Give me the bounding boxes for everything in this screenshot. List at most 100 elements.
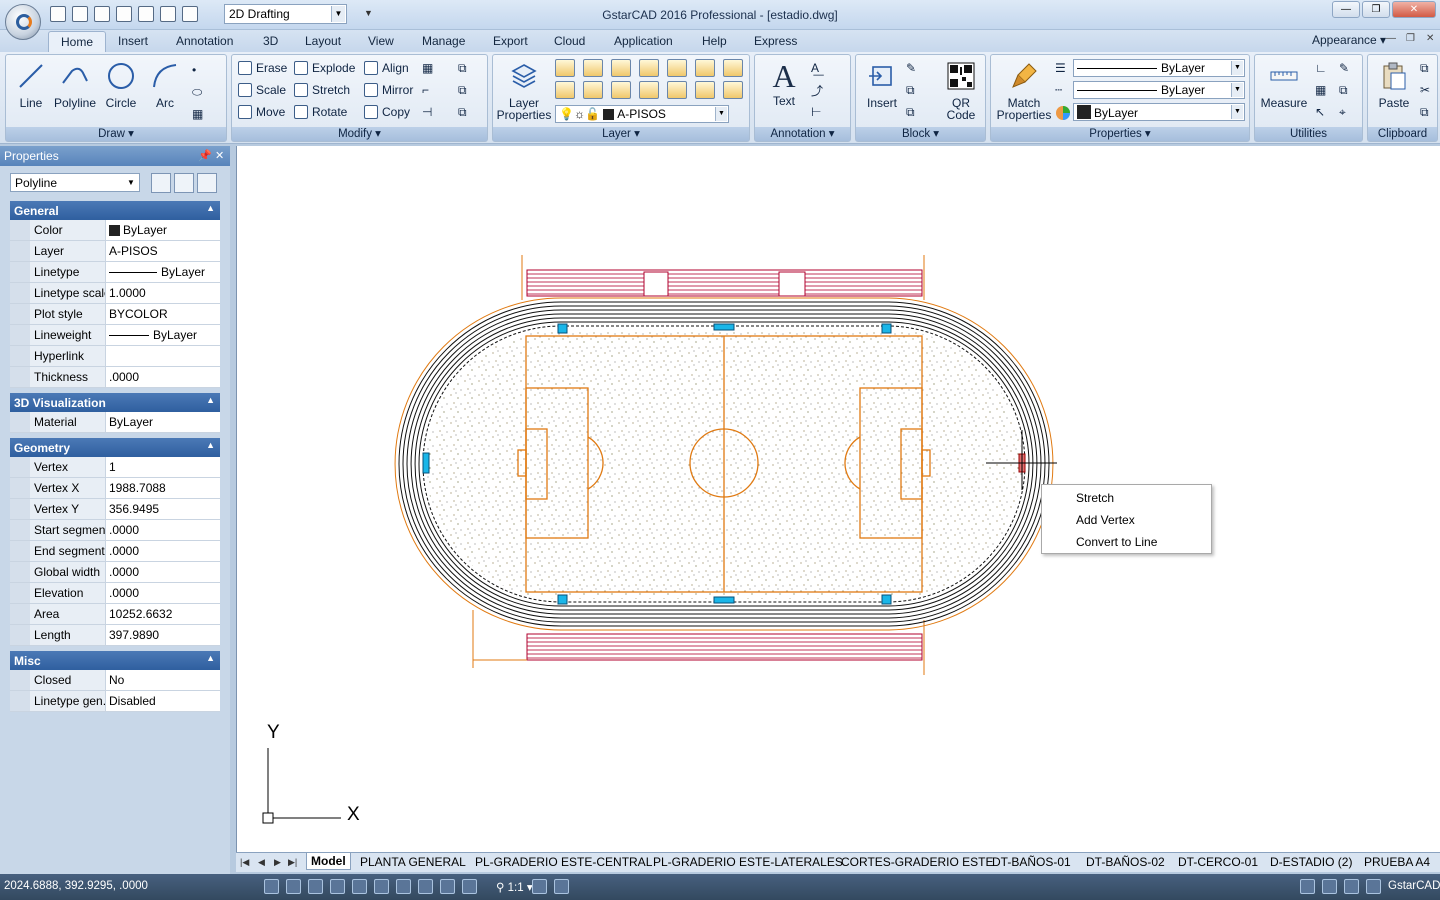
layout-tab[interactable]: DT-BAÑOS-01 (992, 855, 1071, 869)
measure-button[interactable]: Measure (1259, 61, 1309, 109)
layer-tool-icon[interactable] (555, 81, 575, 99)
layer-tool-icon[interactable] (583, 59, 603, 77)
properties-ribbon-panel-title[interactable]: Properties ▾ (991, 127, 1249, 141)
tab-cloud[interactable]: Cloud (554, 34, 585, 48)
mdi-restore-icon[interactable]: ❐ (1406, 33, 1415, 44)
property-row[interactable]: Material ByLayer (10, 412, 220, 433)
stretch-button[interactable]: Stretch (294, 81, 350, 99)
section-general[interactable]: General ▲ (10, 201, 220, 220)
rotate-button[interactable]: Rotate (294, 103, 347, 121)
application-menu-button[interactable] (5, 4, 41, 40)
layer-tool-icon[interactable] (639, 81, 659, 99)
property-row[interactable]: Linetype ByLayer (10, 262, 220, 283)
property-row[interactable]: Elevation .0000 (10, 583, 220, 604)
ortho-icon[interactable] (308, 879, 323, 894)
match-properties-button[interactable]: Match Properties (993, 61, 1055, 121)
cut-icon[interactable]: ✂ (1420, 81, 1430, 99)
property-row[interactable]: Vertex 1 (10, 457, 220, 478)
tab-express[interactable]: Express (754, 34, 797, 48)
polyline-button[interactable]: Polyline (52, 61, 98, 109)
layer-tool-icon[interactable] (583, 81, 603, 99)
dimension-icon[interactable]: ⊢ (811, 103, 821, 121)
copy-button[interactable]: Copy (364, 103, 410, 121)
toggle-pickadd-icon[interactable] (151, 173, 171, 193)
lineweight-toggle-icon[interactable] (440, 879, 455, 894)
property-row[interactable]: Thickness .0000 (10, 367, 220, 388)
quick-select-icon[interactable] (197, 173, 217, 193)
move-button[interactable]: Move (238, 103, 285, 121)
property-row[interactable]: Vertex Y 356.9495 (10, 499, 220, 520)
color-select[interactable]: ByLayer ▼ (1073, 103, 1245, 121)
copy-base-icon[interactable]: ⧉ (1420, 103, 1429, 121)
select-objects-icon[interactable] (174, 173, 194, 193)
align-button[interactable]: Align (364, 59, 409, 77)
circle-button[interactable]: Circle (102, 61, 140, 109)
hatch-icon[interactable]: ▦ (192, 105, 203, 123)
copy-clip-icon[interactable]: ⧉ (1420, 59, 1429, 77)
layout-tab[interactable]: D-ESTADIO (2) (1270, 855, 1352, 869)
layer-tool-icon[interactable] (555, 59, 575, 77)
object-type-select[interactable]: Polyline ▼ (10, 173, 140, 192)
close-icon[interactable]: ✕ (215, 149, 224, 162)
layer-tool-icon[interactable] (667, 59, 687, 77)
array-icon[interactable]: ▦ (422, 59, 433, 77)
qr-code-button[interactable]: QR Code (940, 61, 982, 121)
point-icon[interactable]: • (192, 61, 196, 79)
tab-help[interactable]: Help (702, 34, 727, 48)
mdi-close-icon[interactable]: ✕ (1426, 33, 1434, 44)
select-icon[interactable]: ↖ (1315, 103, 1325, 121)
prev-tab-icon[interactable]: ◀ (258, 857, 265, 868)
layer-select[interactable]: 💡☼🔓 A-PISOS ▼ (555, 105, 729, 123)
layout-tab-model[interactable]: Model (306, 853, 351, 870)
otrack-icon[interactable] (374, 879, 389, 894)
linetype-select[interactable]: ByLayer ▼ (1073, 81, 1245, 99)
section-geometry[interactable]: Geometry ▲ (10, 438, 220, 457)
auto-scale-icon[interactable] (554, 879, 569, 894)
calculator-icon[interactable]: ▦ (1315, 81, 1326, 99)
hardware-acceleration-icon[interactable] (1344, 879, 1359, 894)
join-icon[interactable]: ⧉ (458, 81, 467, 99)
pin-icon[interactable]: 📌 (198, 149, 212, 162)
layer-tool-icon[interactable] (723, 59, 743, 77)
layer-tool-icon[interactable] (639, 59, 659, 77)
explode-button[interactable]: Explode (294, 59, 355, 77)
create-block-icon[interactable]: ✎ (906, 59, 916, 77)
layout-tab[interactable]: DT-BAÑOS-02 (1086, 855, 1165, 869)
group-icon[interactable]: ⧉ (1339, 81, 1348, 99)
layout-tab[interactable]: CORTES-GRADERIO ESTE (841, 855, 993, 869)
minimize-button[interactable]: — (1332, 1, 1360, 18)
layer-panel-title[interactable]: Layer ▾ (493, 127, 749, 141)
menu-item-stretch[interactable]: Stretch (1076, 491, 1114, 505)
layer-tool-icon[interactable] (695, 59, 715, 77)
tab-layout[interactable]: Layout (305, 34, 341, 48)
leader-icon[interactable]: ⤴ (811, 81, 823, 99)
tab-view[interactable]: View (368, 34, 394, 48)
draw-panel-title[interactable]: Draw ▾ (6, 127, 226, 141)
property-row[interactable]: Vertex X 1988.7088 (10, 478, 220, 499)
clean-screen-icon[interactable] (1366, 879, 1381, 894)
layout-tab[interactable]: PL-GRADERIO ESTE-LATERALES (653, 855, 843, 869)
modify-panel-title[interactable]: Modify ▾ (232, 127, 487, 141)
property-row[interactable]: Global width .0000 (10, 562, 220, 583)
erase-button[interactable]: Erase (238, 59, 287, 77)
tab-annotation[interactable]: Annotation (176, 34, 233, 48)
dynamic-ucs-icon[interactable] (396, 879, 411, 894)
isolate-objects-icon[interactable] (1322, 879, 1337, 894)
menu-item-add-vertex[interactable]: Add Vertex (1076, 513, 1135, 527)
layer-tool-icon[interactable] (667, 81, 687, 99)
fillet-icon[interactable]: ⌐ (422, 81, 429, 99)
property-row[interactable]: Closed No (10, 670, 220, 691)
property-row[interactable]: Lineweight ByLayer (10, 325, 220, 346)
close-button[interactable]: ✕ (1392, 1, 1436, 18)
annotation-scale[interactable]: ⚲ 1:1 ▾ (496, 880, 533, 894)
layer-properties-button[interactable]: Layer Properties (495, 61, 553, 121)
block-panel-title[interactable]: Block ▾ (856, 127, 985, 141)
property-row[interactable]: Start segmen....0000 (10, 520, 220, 541)
line-button[interactable]: Line (12, 61, 50, 109)
break-icon[interactable]: ⧉ (458, 103, 467, 121)
model-space-icon[interactable] (462, 879, 477, 894)
next-tab-icon[interactable]: ▶ (274, 857, 281, 868)
layout-tab[interactable]: PRUEBA A4 (1364, 855, 1430, 869)
tab-application[interactable]: Application (614, 34, 673, 48)
tab-manage[interactable]: Manage (422, 34, 465, 48)
